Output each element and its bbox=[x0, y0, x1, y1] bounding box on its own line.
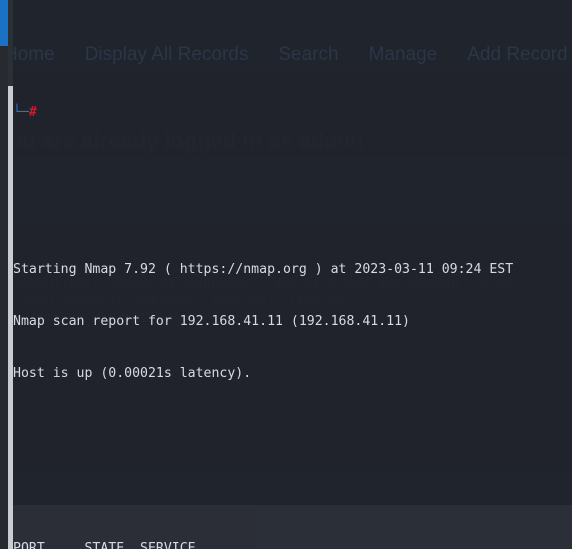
terminal-block-scan-7469-ports: PORT STATE SERVICE 7469/tcp closed unkno… bbox=[13, 504, 572, 549]
prompt-hash-icon: # bbox=[28, 105, 37, 121]
output-line: Nmap scan report for 192.168.41.11 (192.… bbox=[13, 314, 410, 330]
output-line: Starting Nmap 7.92 ( https://nmap.org ) … bbox=[13, 262, 514, 278]
output-blank-line bbox=[13, 418, 572, 435]
output-line-port-header: PORT STATE SERVICE bbox=[13, 540, 196, 549]
window-scroll-gutter[interactable] bbox=[8, 86, 13, 549]
prompt-corner-icon: └─ bbox=[13, 105, 29, 121]
window-edge-top bbox=[8, 0, 13, 86]
terminal-block-partial-top: └─# bbox=[13, 69, 572, 157]
terminal-output[interactable]: └─# Starting Nmap 7.92 ( https://nmap.or… bbox=[13, 0, 572, 549]
screenshot-root: Home Display All Records Search Manage A… bbox=[0, 0, 572, 549]
prompt-line-bottom-partial: └─# bbox=[13, 104, 572, 121]
output-line: Host is up (0.00021s latency). bbox=[13, 366, 252, 382]
window-accent-bar bbox=[0, 0, 8, 46]
window-left-border bbox=[0, 46, 8, 549]
terminal-block-scan-7469-head: Starting Nmap 7.92 ( https://nmap.org ) … bbox=[13, 226, 572, 470]
